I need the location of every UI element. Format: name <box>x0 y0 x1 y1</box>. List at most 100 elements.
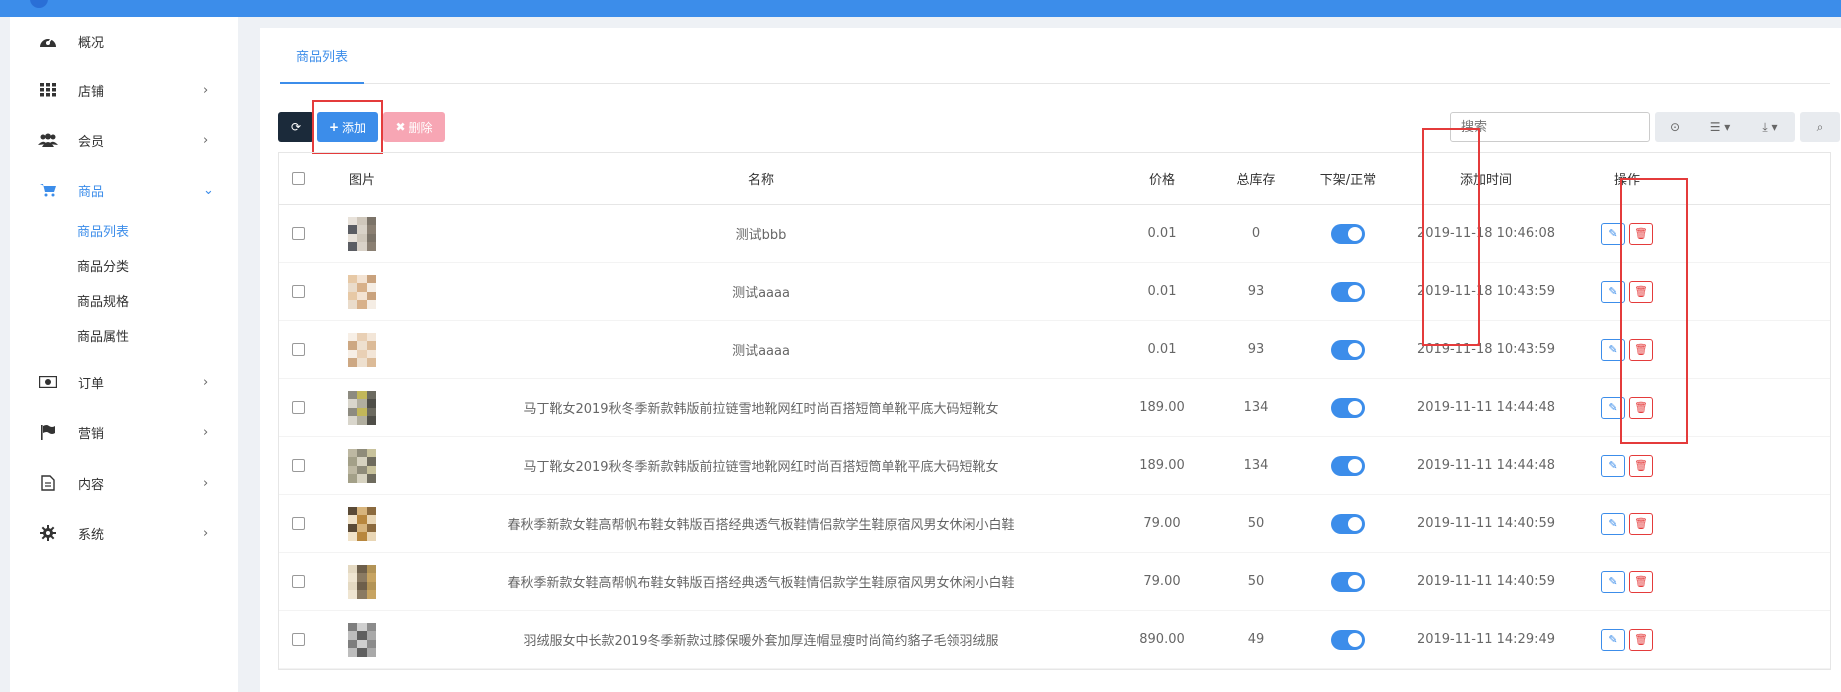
status-toggle[interactable] <box>1331 513 1365 534</box>
status-toggle[interactable] <box>1331 223 1365 244</box>
sidebar-item-system[interactable]: 系统 › <box>10 518 238 548</box>
edit-button[interactable]: ✎ <box>1601 570 1625 593</box>
pencil-icon: ✎ <box>1608 459 1618 472</box>
row-checkbox[interactable] <box>291 227 305 240</box>
tab-product-list[interactable]: 商品列表 <box>280 28 364 84</box>
table-row: 春秋季新款女鞋高帮帆布鞋女韩版百搭经典透气板鞋情侣款学生鞋原宿风男女休闲小白鞋 7… <box>279 495 1830 553</box>
table-row: 马丁靴女2019秋冬季新款韩版前拉链雪地靴网红时尚百搭短筒单靴平底大码短靴女 18… <box>279 379 1830 437</box>
sidebar-item-overview[interactable]: 概况 <box>10 26 238 56</box>
money-icon <box>38 373 58 391</box>
sidebar-subitem-product-category[interactable]: 商品分类 <box>77 256 129 275</box>
trash-icon: 🗑 <box>1634 285 1648 298</box>
chevron-right-icon: › <box>203 132 209 148</box>
export-button[interactable]: ⤓ ▾ <box>1745 112 1795 142</box>
pencil-icon: ✎ <box>1608 227 1618 240</box>
delete-row-button[interactable]: 🗑 <box>1629 512 1653 535</box>
row-checkbox[interactable] <box>291 633 305 646</box>
table-row: 测试aaaa 0.01 93 2019-11-18 10:43:59 ✎ 🗑 <box>279 263 1830 321</box>
sidebar-subitem-product-spec[interactable]: 商品规格 <box>77 291 129 310</box>
cart-icon <box>38 181 58 199</box>
row-checkbox[interactable] <box>291 575 305 588</box>
product-stock: 49 <box>1247 632 1265 647</box>
product-added-time: 2019-11-18 10:43:59 <box>1416 284 1556 299</box>
row-checkbox[interactable] <box>291 343 305 356</box>
sidebar-item-products[interactable]: 商品 ⌄ <box>10 175 238 205</box>
sidebar-subitem-product-attr[interactable]: 商品属性 <box>77 326 129 345</box>
status-toggle[interactable] <box>1331 339 1365 360</box>
product-stock: 134 <box>1243 400 1269 415</box>
sidebar-item-content[interactable]: 内容 › <box>10 468 238 498</box>
pencil-icon: ✎ <box>1608 343 1618 356</box>
product-stock: 93 <box>1247 284 1265 299</box>
trash-icon: 🗑 <box>1634 633 1648 646</box>
row-checkbox[interactable] <box>291 459 305 472</box>
sidebar-item-orders[interactable]: 订单 › <box>10 367 238 397</box>
sidebar-item-shop[interactable]: 店铺 › <box>10 75 238 105</box>
add-button[interactable]: + 添加 <box>317 112 378 142</box>
sidebar-item-marketing[interactable]: 营销 › <box>10 417 238 447</box>
row-checkbox[interactable] <box>291 517 305 530</box>
status-toggle[interactable] <box>1331 629 1365 650</box>
edit-button[interactable]: ✎ <box>1601 222 1625 245</box>
search-input[interactable] <box>1450 112 1650 142</box>
delete-row-button[interactable]: 🗑 <box>1629 570 1653 593</box>
delete-button[interactable]: ✖ 删除 <box>383 112 445 142</box>
plus-icon: + <box>328 120 340 134</box>
sidebar-subitem-product-list[interactable]: 商品列表 <box>77 221 129 240</box>
delete-row-button[interactable]: 🗑 <box>1629 628 1653 651</box>
table-body: 测试bbb 0.01 0 2019-11-18 10:46:08 ✎ 🗑 测试aaaa 0.0… <box>279 205 1830 669</box>
row-checkbox[interactable] <box>291 285 305 298</box>
row-checkbox[interactable] <box>291 401 305 414</box>
product-name: 马丁靴女2019秋冬季新款韩版前拉链雪地靴网红时尚百搭短筒单靴平底大码短靴女 <box>523 460 999 475</box>
toggle-view-button[interactable]: ⊙ <box>1655 112 1695 142</box>
refresh-button[interactable]: ⟳ <box>278 112 314 142</box>
delete-row-button[interactable]: 🗑 <box>1629 454 1653 477</box>
delete-row-button[interactable]: 🗑 <box>1629 338 1653 361</box>
pencil-icon: ✎ <box>1608 575 1618 588</box>
product-stock: 93 <box>1247 342 1265 357</box>
top-bar <box>0 0 1841 17</box>
product-added-time: 2019-11-18 10:43:59 <box>1416 342 1556 357</box>
product-name: 测试aaaa <box>732 344 790 359</box>
status-toggle[interactable] <box>1331 281 1365 302</box>
list-icon: ☰ ▾ <box>1709 120 1731 134</box>
trash-icon: 🗑 <box>1634 517 1648 530</box>
main-content: 商品列表 ⟳ + 添加 ✖ 删除 ⊙ ☰ ▾ ⤓ ▾ ⌕ 图片 名称 价格 总库… <box>260 28 1841 692</box>
columns-button[interactable]: ☰ ▾ <box>1695 112 1745 142</box>
chevron-right-icon: › <box>203 82 209 98</box>
table-row: 春秋季新款女鞋高帮帆布鞋女韩版百搭经典透气板鞋情侣款学生鞋原宿风男女休闲小白鞋 7… <box>279 553 1830 611</box>
toggle-icon: ⊙ <box>1669 120 1681 134</box>
select-all-checkbox[interactable] <box>291 172 305 185</box>
header-price: 价格 <box>1148 173 1175 188</box>
edit-button[interactable]: ✎ <box>1601 396 1625 419</box>
edit-button[interactable]: ✎ <box>1601 338 1625 361</box>
download-icon: ⤓ ▾ <box>1762 119 1778 134</box>
trash-icon: 🗑 <box>1634 459 1648 472</box>
product-price: 0.01 <box>1147 284 1177 299</box>
product-name: 羽绒服女中长款2019冬季新款过膝保暖外套加厚连帽显瘦时尚简约貉子毛领羽绒服 <box>523 634 999 649</box>
delete-row-button[interactable]: 🗑 <box>1629 280 1653 303</box>
search-button[interactable]: ⌕ <box>1800 112 1840 142</box>
header-stock: 总库存 <box>1236 173 1276 188</box>
status-toggle[interactable] <box>1331 455 1365 476</box>
product-price: 0.01 <box>1147 226 1177 241</box>
product-name: 春秋季新款女鞋高帮帆布鞋女韩版百搭经典透气板鞋情侣款学生鞋原宿风男女休闲小白鞋 <box>507 518 1015 533</box>
delete-row-button[interactable]: 🗑 <box>1629 396 1653 419</box>
edit-button[interactable]: ✎ <box>1601 280 1625 303</box>
edit-button[interactable]: ✎ <box>1601 512 1625 535</box>
product-price: 890.00 <box>1139 632 1185 647</box>
sidebar-item-members[interactable]: 会员 › <box>10 125 238 155</box>
delete-row-button[interactable]: 🗑 <box>1629 222 1653 245</box>
product-added-time: 2019-11-11 14:44:48 <box>1416 400 1556 415</box>
product-thumbnail <box>348 332 376 367</box>
edit-button[interactable]: ✎ <box>1601 454 1625 477</box>
pencil-icon: ✎ <box>1608 285 1618 298</box>
status-toggle[interactable] <box>1331 571 1365 592</box>
product-name: 马丁靴女2019秋冬季新款韩版前拉链雪地靴网红时尚百搭短筒单靴平底大码短靴女 <box>523 402 999 417</box>
edit-button[interactable]: ✎ <box>1601 628 1625 651</box>
product-thumbnail <box>348 216 376 251</box>
product-thumbnail <box>348 390 376 425</box>
status-toggle[interactable] <box>1331 397 1365 418</box>
header-actions: 操作 <box>1613 173 1640 188</box>
tab-bar: 商品列表 <box>280 28 1830 84</box>
